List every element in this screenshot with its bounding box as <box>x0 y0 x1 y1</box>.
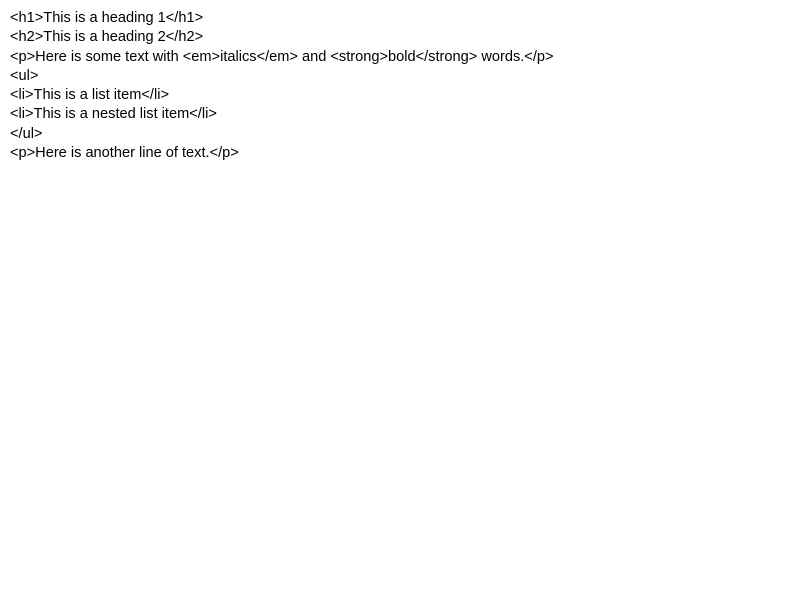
source-line-1: <h1>This is a heading 1</h1> <box>10 10 204 26</box>
source-text-block: <h1>This is a heading 1</h1> <h2>This is… <box>10 9 800 163</box>
document-page: <h1>This is a heading 1</h1> <h2>This is… <box>0 0 800 600</box>
source-line-8: <p>Here is another line of text.</p> <box>10 145 239 162</box>
source-line-4: <ul> <box>10 67 39 84</box>
source-line-5: <li>This is a list item</li> <box>10 87 169 104</box>
source-line-2: <h2>This is a heading 2</h2> <box>10 29 204 46</box>
source-line-7: </ul> <box>10 125 43 142</box>
source-line-3: <p>Here is some text with <em>italics</e… <box>10 48 554 65</box>
source-line-6: <li>This is a nested list item</li> <box>10 106 217 123</box>
